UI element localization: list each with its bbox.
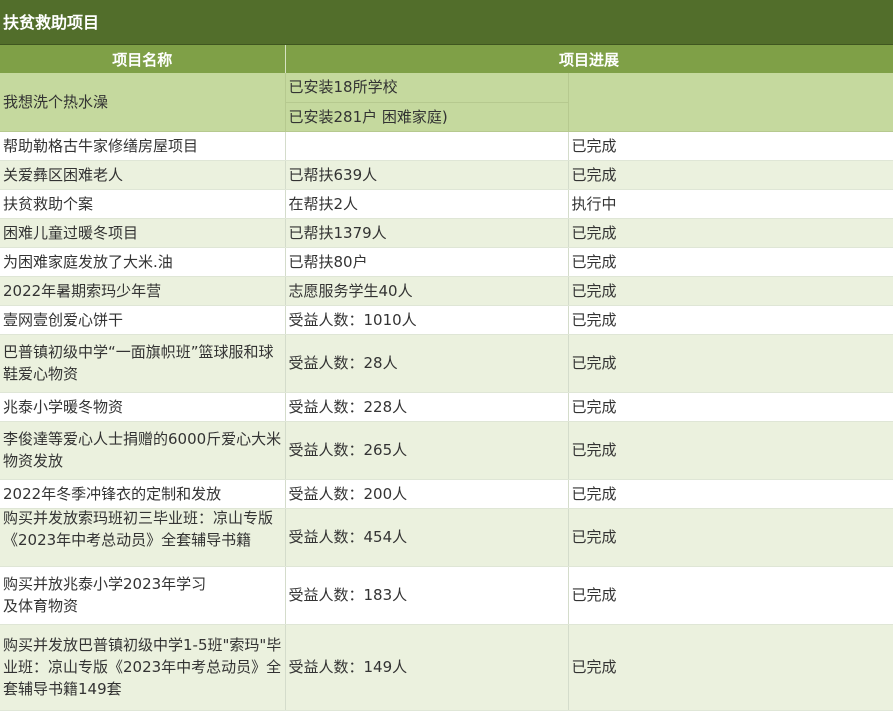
cell-progress-detail: 已帮扶80户 (285, 247, 569, 277)
cell-project-name: 扶贫救助个案 (0, 189, 286, 219)
cell-progress-detail: 已帮扶1379人 (285, 218, 569, 248)
table-row: 巴普镇初级中学“一面旗帜班”篮球服和球鞋爱心物资 受益人数：28人 已完成 (0, 334, 893, 393)
table-row: 2022年冬季冲锋衣的定制和发放 受益人数：200人 已完成 (0, 479, 893, 509)
cell-status: 已完成 (568, 276, 893, 306)
cell-project-name: 困难儿童过暖冬项目 (0, 218, 286, 248)
column-header-progress: 项目进展 (285, 45, 893, 73)
table-row: 我想洗个热水澡 已安装18所学校 (0, 73, 893, 132)
table-row: 购买并发放巴普镇初级中学1-5班"索玛"毕业班：凉山专版《2023年中考总动员》… (0, 624, 893, 711)
cell-progress-detail: 受益人数：28人 (285, 334, 569, 393)
table-row: 为困难家庭发放了大米.油 已帮扶80户 已完成 (0, 247, 893, 277)
cell-progress-detail: 志愿服务学生40人 (285, 276, 569, 306)
table-row: 2022年暑期索玛少年营 志愿服务学生40人 已完成 (0, 276, 893, 306)
cell-project-name: 关爱彝区困难老人 (0, 160, 286, 190)
cell-status (568, 73, 893, 132)
table-row: 扶贫救助个案 在帮扶2人 执行中 (0, 189, 893, 219)
cell-progress-detail: 在帮扶2人 (285, 189, 569, 219)
cell-progress-detail: 受益人数：183人 (285, 566, 569, 625)
cell-progress-detail: 受益人数：149人 (285, 624, 569, 711)
cell-status: 已完成 (568, 334, 893, 393)
cell-progress-detail: 已安装18所学校 (285, 73, 569, 103)
cell-progress-detail: 已帮扶639人 (285, 160, 569, 190)
table-row: 购买并放兆泰小学2023年学习 及体育物资 受益人数：183人 已完成 (0, 566, 893, 625)
table-row: 兆泰小学暖冬物资 受益人数：228人 已完成 (0, 392, 893, 422)
cell-status: 已完成 (568, 247, 893, 277)
cell-progress-detail: 受益人数：1010人 (285, 305, 569, 335)
cell-project-name: 帮助勒格古牛家修缮房屋项目 (0, 131, 286, 161)
cell-progress-detail: 受益人数：265人 (285, 421, 569, 480)
cell-status: 已完成 (568, 479, 893, 509)
cell-project-name: 购买并发放索玛班初三毕业班：凉山专版《2023年中考总动员》全套辅导书籍 (0, 508, 286, 567)
cell-status: 已完成 (568, 305, 893, 335)
table-row: 帮助勒格古牛家修缮房屋项目 已完成 (0, 131, 893, 161)
cell-project-name: 巴普镇初级中学“一面旗帜班”篮球服和球鞋爱心物资 (0, 334, 286, 393)
table-row: 壹网壹创爱心饼干 受益人数：1010人 已完成 (0, 305, 893, 335)
cell-status: 已完成 (568, 131, 893, 161)
cell-progress-detail: 已安装281户 困难家庭) (285, 102, 569, 132)
cell-status: 执行中 (568, 189, 893, 219)
cell-progress-detail: 受益人数：454人 (285, 508, 569, 567)
cell-status: 已完成 (568, 508, 893, 567)
cell-project-name: 为困难家庭发放了大米.油 (0, 247, 286, 277)
cell-status: 已完成 (568, 392, 893, 422)
cell-project-name: 李俊達等爱心人士捐赠的6000斤爱心大米物资发放 (0, 421, 286, 480)
cell-status: 已完成 (568, 218, 893, 248)
cell-project-name: 2022年暑期索玛少年营 (0, 276, 286, 306)
cell-project-name: 兆泰小学暖冬物资 (0, 392, 286, 422)
page-title: 扶贫救助项目 (0, 0, 893, 45)
table-header-row: 项目名称 项目进展 (0, 45, 893, 73)
table-row: 困难儿童过暖冬项目 已帮扶1379人 已完成 (0, 218, 893, 248)
cell-project-name: 壹网壹创爱心饼干 (0, 305, 286, 335)
column-header-name: 项目名称 (0, 45, 286, 73)
cell-status: 已完成 (568, 566, 893, 625)
cell-project-name: 购买并发放巴普镇初级中学1-5班"索玛"毕业班：凉山专版《2023年中考总动员》… (0, 624, 286, 711)
cell-progress-detail (285, 131, 569, 161)
cell-project-name: 2022年冬季冲锋衣的定制和发放 (0, 479, 286, 509)
table-row: 李俊達等爱心人士捐赠的6000斤爱心大米物资发放 受益人数：265人 已完成 (0, 421, 893, 480)
cell-status: 已完成 (568, 421, 893, 480)
cell-status: 已完成 (568, 160, 893, 190)
cell-status: 已完成 (568, 624, 893, 711)
cell-project-name: 我想洗个热水澡 (0, 73, 286, 132)
project-name-text: 购买并发放索玛班初三毕业班：凉山专版《2023年中考总动员》全套辅导书籍 (3, 508, 274, 549)
table-row: 关爱彝区困难老人 已帮扶639人 已完成 (0, 160, 893, 190)
project-table: 项目名称 项目进展 我想洗个热水澡 已安装18所学校 已安装281户 困难家庭)… (0, 45, 893, 711)
cell-progress-detail: 受益人数：200人 (285, 479, 569, 509)
cell-project-name: 购买并放兆泰小学2023年学习 及体育物资 (0, 566, 286, 625)
table-row: 购买并发放索玛班初三毕业班：凉山专版《2023年中考总动员》全套辅导书籍 受益人… (0, 508, 893, 567)
cell-progress-detail: 受益人数：228人 (285, 392, 569, 422)
